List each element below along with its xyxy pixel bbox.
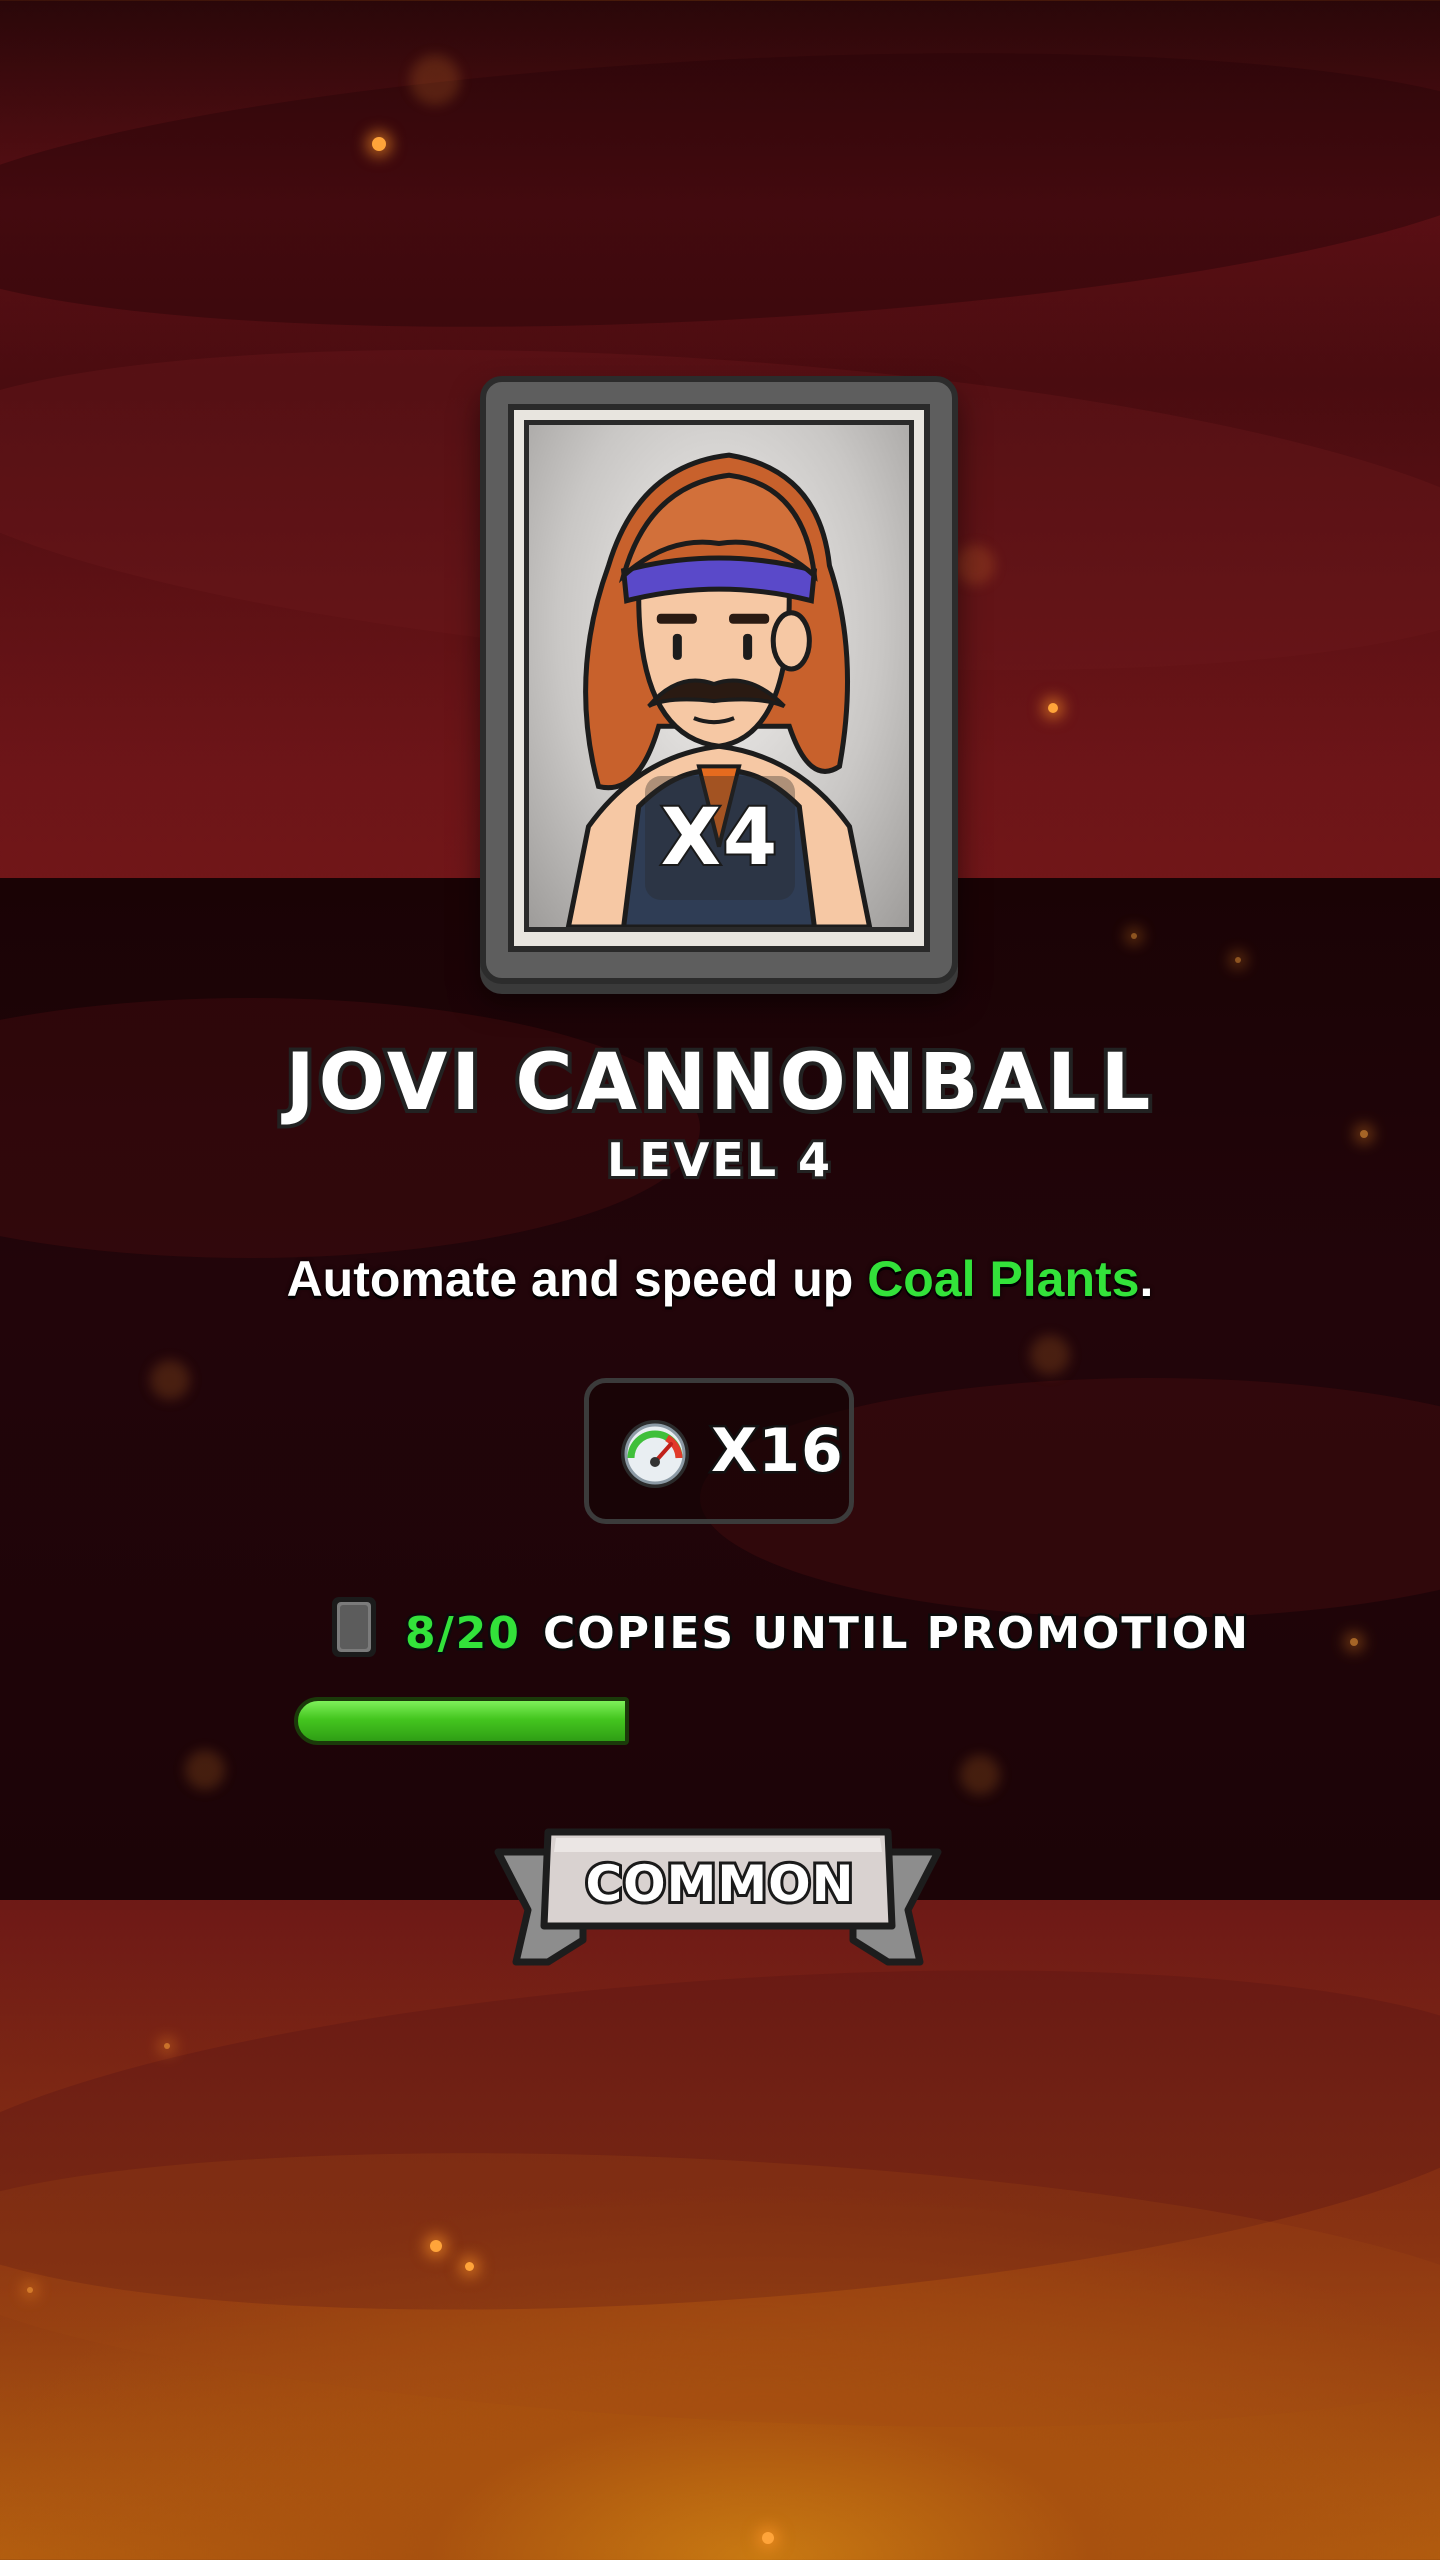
ember-glow (955, 545, 995, 585)
ember-glow (960, 1755, 1000, 1795)
background-wave (0, 17, 1440, 363)
ember-spark (27, 2287, 33, 2293)
ember-spark (1131, 933, 1137, 939)
description-highlight: Coal Plants (867, 1251, 1140, 1307)
copies-label: COPIES UNTIL PROMOTION (540, 1606, 1251, 1662)
ember-spark (1048, 703, 1058, 713)
ember-glow (410, 55, 460, 105)
speed-gauge-icon (621, 1420, 689, 1488)
character-level: LEVEL 4 (604, 1130, 834, 1190)
ember-glow (150, 1360, 190, 1400)
promotion-progress-fill (294, 1697, 629, 1745)
description-text: Automate and speed up (286, 1251, 868, 1307)
description-suffix: . (1139, 1251, 1154, 1307)
ember-spark (762, 2532, 774, 2544)
speed-boost-value: X16 (709, 1414, 846, 1489)
copies-count: 8/20 (403, 1606, 522, 1662)
ember-spark (164, 2043, 170, 2049)
speed-boost-box: X16 (584, 1378, 854, 1524)
ember-spark (372, 137, 386, 151)
ember-glow (185, 1750, 225, 1790)
card-icon (332, 1597, 376, 1657)
ember-spark (1235, 957, 1241, 963)
character-name: JOVI CANNONBALL (282, 1034, 1155, 1132)
promotion-progress-bar (294, 1697, 1132, 1745)
card-multiplier: X4 (645, 776, 795, 900)
ember-spark (465, 2262, 474, 2271)
promotion-row: 8/20 COPIES UNTIL PROMOTION (0, 1594, 1440, 1674)
ember-glow (1030, 1335, 1070, 1375)
ember-spark (430, 2240, 442, 2252)
ability-description: Automate and speed up Coal Plants. (0, 1250, 1440, 1308)
rarity-label: COMMON (582, 1852, 856, 1916)
